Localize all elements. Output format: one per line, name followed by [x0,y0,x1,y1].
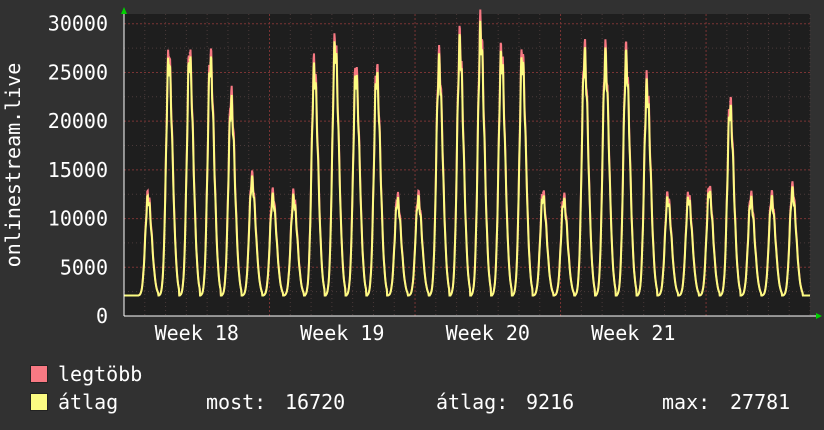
peak-point-atlag [583,57,586,59]
y-tick-label: 20000 [48,109,108,133]
peak-point-legtobb [708,186,710,189]
peak-point-atlag [770,199,773,201]
peak-point-atlag [562,200,565,202]
peak-point-atlag [749,199,752,201]
peak-point-legtobb [375,67,378,70]
y-tick-label: 5000 [60,255,108,279]
legend-label-legtobb: legtöbb [58,362,143,386]
stat-most-label: most: [206,390,267,414]
peak-point-atlag [542,196,544,198]
peak-point-atlag [251,180,253,183]
peak-point-atlag [438,65,440,68]
peak-point-legtobb [334,39,336,42]
peak-point-legtobb [209,54,212,56]
peak-point-atlag [334,47,336,49]
stat-max-value: 27781 [730,390,791,414]
peak-point-atlag [458,46,461,48]
peak-point-atlag [313,71,316,74]
peak-point-legtobb [500,49,503,51]
y-tick-label: 15000 [48,158,108,182]
peak-point-atlag [604,59,607,62]
y-tick-label: 30000 [48,12,108,36]
legend-swatch-atlag [30,393,48,411]
y-tick-labels: 0 5000 10000 15000 20000 25000 30000 [48,12,108,328]
peak-point-legtobb [354,67,357,70]
peak-point-legtobb [687,193,690,196]
peak-point-atlag [625,60,627,63]
peak-point-atlag [230,102,232,105]
peak-point-atlag [375,75,378,78]
peak-point-atlag [729,108,731,111]
stat-atlag-label: átlag: [436,390,509,414]
peak-point-atlag [396,200,399,202]
peak-point-legtobb [396,195,399,197]
peak-point-atlag [521,59,523,62]
y-tick-label: 0 [96,304,108,328]
y-tick-label: 25000 [48,60,108,84]
x-tick-label: Week 20 [446,321,530,345]
stat-atlag-value: 9216 [526,390,575,414]
legend-swatch-legtobb [30,365,48,383]
peak-point-legtobb [167,54,170,56]
peak-point-atlag [791,191,794,194]
peak-point-atlag [271,197,274,199]
peak-point-atlag [417,199,419,201]
peak-point-atlag [500,57,503,59]
stat-max-label: max: [662,390,711,414]
peak-point-legtobb [666,194,669,196]
legend-label-atlag: átlag [58,390,119,414]
peak-point-atlag [167,61,170,64]
x-axis-arrow [816,313,822,319]
peak-point-legtobb [562,195,565,197]
peak-point-atlag [354,75,357,78]
x-tick-label: Week 18 [155,321,239,345]
peak-point-legtobb [542,191,544,194]
y-tick-label: 10000 [48,207,108,231]
peak-point-atlag [708,191,710,194]
x-tick-labels: Week 18 Week 19 Week 20 Week 21 [155,321,676,345]
peak-point-atlag [188,58,191,61]
legend-item-legtobb: legtöbb [30,362,142,386]
peak-point-atlag [479,33,482,36]
stat-most-value: 16720 [285,390,346,414]
peak-point-legtobb [188,52,191,54]
peak-point-atlag [209,61,212,64]
peak-point-legtobb [521,52,523,54]
peak-point-atlag [646,89,648,91]
peak-point-atlag [666,199,669,201]
y-axis-label: onlinestream.live [1,63,25,268]
peak-point-atlag [147,198,149,200]
peak-point-legtobb [729,100,731,103]
peak-point-atlag [687,198,690,200]
x-tick-label: Week 21 [591,321,675,345]
legend-item-atlag: átlag [30,390,118,414]
peak-point-atlag [292,198,295,200]
y-axis-arrow [121,7,127,14]
x-tick-label: Week 19 [300,321,384,345]
